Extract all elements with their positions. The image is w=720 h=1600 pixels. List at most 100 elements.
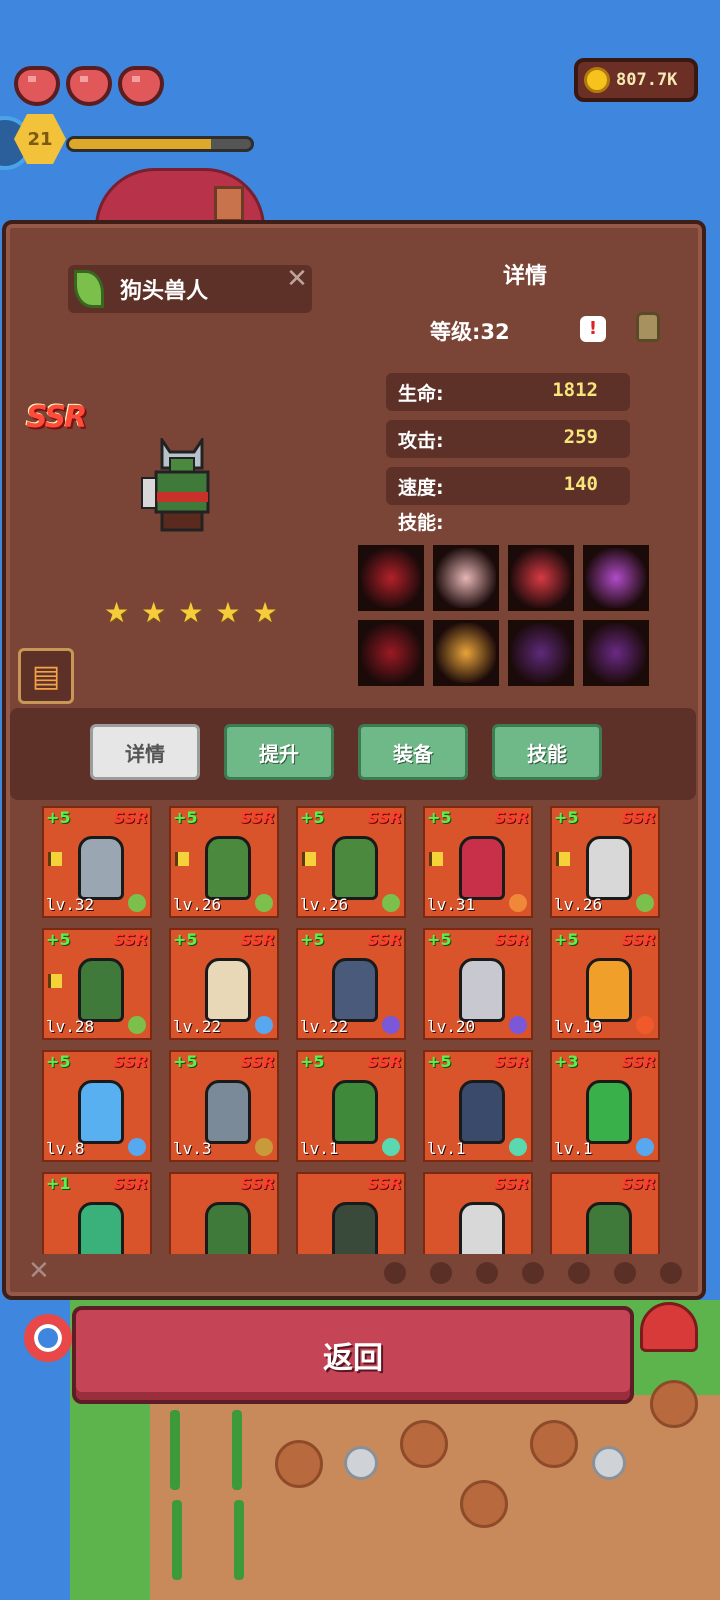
water-drop-icon[interactable] [476,1262,498,1284]
hero-card[interactable]: +5 SSR lv.1 [296,1050,406,1162]
moon-icon[interactable] [660,1262,682,1284]
hero-card[interactable]: +5 SSR lv.26 [550,806,660,918]
hero-level: lv.26 [554,895,603,914]
back-button[interactable]: 返回 [72,1306,634,1404]
close-icon[interactable]: ✕ [282,265,312,293]
lock-icon[interactable] [636,312,660,342]
hero-card[interactable]: +5 SSR lv.19 [550,928,660,1040]
element-icon [382,1016,400,1034]
rarity-badge: SSR [240,1052,275,1071]
tab-skills[interactable]: 技能 [492,724,602,780]
heart-icon [14,66,60,106]
element-icon [255,1138,273,1156]
red-sword-icon[interactable] [508,545,574,611]
hero-card[interactable]: +5 SSR lv.26 [169,806,279,918]
hero-card[interactable]: +5 SSR lv.22 [296,928,406,1040]
flag-icon [48,852,62,866]
hero-card[interactable]: +1 SSR [42,1172,152,1254]
hero-level: lv.3 [173,1139,212,1158]
hero-card[interactable]: +3 SSR lv.1 [550,1050,660,1162]
hero-portrait [205,1080,251,1144]
upgrade-level: +5 [173,930,198,949]
hero-card[interactable]: SSR [169,1172,279,1254]
hero-card-grid[interactable]: +5 SSR lv.32 +5 SSR lv.26 +5 SSR lv.26 +5 SSR lv.31… [14,802,694,1254]
rarity-badge: SSR [494,930,529,949]
fanged-maw-icon[interactable] [508,620,574,686]
hero-card[interactable]: +5 SSR lv.28 [42,928,152,1040]
hero-card[interactable]: +5 SSR lv.32 [42,806,152,918]
heart-icon [66,66,112,106]
fire-icon[interactable] [384,1262,406,1284]
dark-hood-icon[interactable] [583,620,649,686]
hero-card[interactable]: +5 SSR lv.22 [169,928,279,1040]
claw-slash-icon[interactable] [358,545,424,611]
rock [344,1446,378,1480]
hero-portrait [459,958,505,1022]
upgrade-level: +5 [46,808,71,827]
rarity-badge: SSR [113,1052,148,1071]
element-icon [509,894,527,912]
hero-card[interactable]: +5 SSR lv.20 [423,928,533,1040]
hero-level: lv.19 [554,1017,603,1036]
tab-equipment[interactable]: 装备 [358,724,468,780]
upgrade-level: +5 [46,930,71,949]
tab-details[interactable]: 详情 [90,724,200,780]
hero-card[interactable]: SSR [423,1172,533,1254]
hero-portrait [205,1202,251,1254]
stat-label: 攻击: [398,430,444,452]
element-icon [128,1138,146,1156]
hero-card[interactable]: +5 SSR lv.26 [296,806,406,918]
hero-card[interactable]: +5 SSR lv.3 [169,1050,279,1162]
element-icon [636,1138,654,1156]
upgrade-level: +5 [300,1052,325,1071]
hero-card[interactable]: +5 SSR lv.31 [423,806,533,918]
hero-portrait [459,836,505,900]
earth-icon[interactable] [522,1262,544,1284]
flag-icon [556,852,570,866]
rarity-badge: SSR [240,930,275,949]
hero-portrait [459,1080,505,1144]
rarity-badge: SSR [621,930,656,949]
hero-card[interactable]: SSR [296,1172,406,1254]
book-icon[interactable]: ▤ [18,648,74,704]
farm-plot[interactable] [460,1480,508,1528]
hero-level: lv.8 [46,1139,85,1158]
farm-plot[interactable] [650,1380,698,1428]
flame-icon[interactable] [568,1262,590,1284]
hero-level: lv.1 [300,1139,339,1158]
hero-level: lv.22 [173,1017,222,1036]
upgrade-level: +3 [554,1052,579,1071]
element-icon [509,1138,527,1156]
tab-upgrade[interactable]: 提升 [224,724,334,780]
clear-filter-icon[interactable]: ✕ [28,1256,50,1286]
element-icon [636,894,654,912]
purple-spiral-icon[interactable] [583,545,649,611]
rarity-badge: SSR [367,1052,402,1071]
stat-value: 1812 [552,379,598,401]
rock [592,1446,626,1480]
coin-counter[interactable]: 807.7K [574,58,698,102]
blood-fountain-icon[interactable] [433,545,499,611]
gear-icon[interactable] [614,1262,636,1284]
farm-plot[interactable] [530,1420,578,1468]
rarity-badge: SSR [494,1174,529,1193]
hero-level: lv.32 [46,895,95,914]
hero-portrait [332,1080,378,1144]
demon-face-icon[interactable] [358,620,424,686]
hero-card[interactable]: SSR [550,1172,660,1254]
hero-portrait [332,836,378,900]
farm-plot[interactable] [400,1420,448,1468]
leaf-icon[interactable] [430,1262,452,1284]
hero-card[interactable]: +5 SSR lv.1 [423,1050,533,1162]
hero-level: lv.28 [46,1017,95,1036]
hero-level: lv.1 [554,1139,593,1158]
hero-card[interactable]: +5 SSR lv.8 [42,1050,152,1162]
upgrade-level: +5 [427,930,452,949]
shadow-figures-icon[interactable] [433,620,499,686]
upgrade-level: +5 [46,1052,71,1071]
flag-icon [302,852,316,866]
alert-icon[interactable]: ! [580,316,606,342]
element-icon [509,1016,527,1034]
farm-plot[interactable] [275,1440,323,1488]
star-icon: ★ [104,596,130,629]
